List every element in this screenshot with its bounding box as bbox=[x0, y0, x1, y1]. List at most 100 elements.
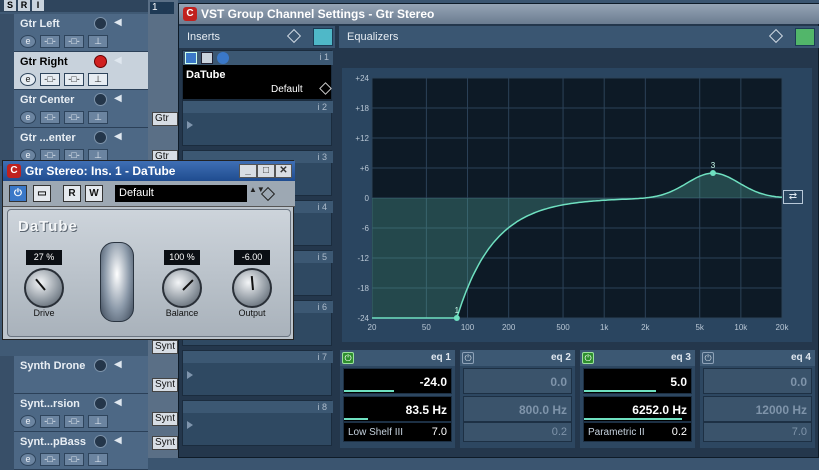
eq-q-value[interactable]: 7.0 bbox=[432, 426, 447, 438]
arrange-part[interactable]: Synt bbox=[152, 436, 178, 450]
track-row[interactable]: Gtr Right ◀ e -□- -□- ⊥ bbox=[0, 52, 148, 90]
track-header-i-button[interactable]: I bbox=[32, 0, 44, 11]
track-row[interactable]: Gtr Left ◀ e -□- -□- ⊥ bbox=[0, 14, 148, 52]
eq-icon[interactable]: -□- bbox=[64, 453, 84, 466]
vst-window-titlebar[interactable]: C VST Group Channel Settings - Gtr Stere… bbox=[179, 4, 819, 24]
eq-type-label[interactable]: Low Shelf III bbox=[348, 427, 403, 438]
inserts-bypass-button[interactable] bbox=[313, 28, 333, 46]
inserts-icon[interactable]: -□- bbox=[40, 415, 60, 428]
track-name[interactable]: Synt...pBass bbox=[20, 436, 86, 448]
plugin-window-titlebar[interactable]: C Gtr Stereo: Ins. 1 - DaTube _ □ ✕ bbox=[3, 161, 295, 181]
inserts-icon[interactable]: -□- bbox=[40, 35, 60, 48]
speaker-icon[interactable]: ◀ bbox=[114, 17, 126, 30]
monitor-button[interactable] bbox=[94, 93, 107, 106]
arrange-part[interactable]: Synt bbox=[152, 378, 178, 392]
eq-type-q-field[interactable]: Low Shelf III 7.0 bbox=[343, 422, 452, 442]
track-name[interactable]: Gtr ...enter bbox=[20, 132, 76, 144]
edit-icon[interactable]: e bbox=[20, 35, 36, 48]
drive-knob[interactable] bbox=[24, 268, 64, 308]
eq-icon[interactable]: -□- bbox=[64, 35, 84, 48]
eq-band-power-icon[interactable]: ⏻ bbox=[582, 352, 594, 364]
eq-graph[interactable]: +24 +18 +12 +6 0 -6 -12 -18 -24 20 50 100 200 500 1k 2k… bbox=[342, 68, 812, 342]
edit-icon[interactable]: e bbox=[20, 111, 36, 124]
speaker-icon[interactable]: ◀ bbox=[114, 55, 126, 68]
eq-band-power-icon[interactable]: ⏻ bbox=[462, 352, 474, 364]
insert-slot-arrow-icon[interactable] bbox=[187, 421, 193, 429]
track-name[interactable]: Gtr Right bbox=[20, 56, 68, 68]
track-header-s-button[interactable]: S bbox=[4, 0, 16, 11]
sends-icon[interactable]: ⊥ bbox=[88, 415, 108, 428]
insert-slot-2[interactable]: i 2 bbox=[182, 100, 333, 146]
eq-freq-field[interactable]: 12000 Hz bbox=[703, 396, 812, 422]
speaker-icon[interactable]: ◀ bbox=[114, 435, 126, 448]
equalizers-menu-icon[interactable] bbox=[768, 28, 784, 44]
track-row[interactable]: Synt...rsion ◀ e -□- -□- ⊥ bbox=[0, 394, 148, 432]
eq-gain-field[interactable]: 0.0 bbox=[703, 368, 812, 394]
insert-plugin-name[interactable]: DaTube bbox=[186, 69, 226, 81]
arrange-part[interactable]: Synt bbox=[152, 412, 178, 426]
eq-freq-field[interactable]: 800.0 Hz bbox=[463, 396, 572, 422]
track-name[interactable]: Synth Drone bbox=[20, 360, 85, 372]
insert-power-icon[interactable] bbox=[185, 52, 197, 64]
eq-type-q-field[interactable]: 7.0 bbox=[703, 422, 812, 442]
equalizers-bypass-button[interactable] bbox=[795, 28, 815, 46]
plugin-bypass-button[interactable]: ▭ bbox=[33, 185, 51, 202]
eq-icon[interactable]: -□- bbox=[64, 73, 84, 86]
output-knob[interactable] bbox=[232, 268, 272, 308]
arrange-part[interactable]: Synt bbox=[152, 340, 178, 354]
insert-slot-arrow-icon[interactable] bbox=[187, 371, 193, 379]
edit-icon[interactable]: e bbox=[20, 73, 36, 86]
track-name[interactable]: Gtr Left bbox=[20, 18, 60, 30]
speaker-icon[interactable]: ◀ bbox=[114, 93, 126, 106]
balance-knob[interactable] bbox=[162, 268, 202, 308]
speaker-icon[interactable]: ◀ bbox=[114, 359, 126, 372]
insert-slot-8[interactable]: i 8 bbox=[182, 400, 333, 446]
eq-band-power-icon[interactable]: ⏻ bbox=[342, 352, 354, 364]
record-enable-button[interactable] bbox=[94, 55, 107, 68]
close-button[interactable]: ✕ bbox=[275, 164, 292, 178]
maximize-button[interactable]: □ bbox=[257, 164, 275, 178]
eq-point-1[interactable] bbox=[453, 315, 460, 321]
plugin-preset-field[interactable]: Default bbox=[115, 185, 247, 202]
minimize-button[interactable]: _ bbox=[239, 164, 257, 178]
eq-q-value[interactable]: 0.2 bbox=[552, 426, 567, 438]
plugin-read-button[interactable]: R bbox=[63, 185, 81, 202]
arrange-part[interactable]: Gtr bbox=[152, 112, 178, 126]
sends-icon[interactable]: ⊥ bbox=[88, 35, 108, 48]
edit-icon[interactable]: e bbox=[20, 415, 36, 428]
eq-q-value[interactable]: 7.0 bbox=[792, 426, 807, 438]
sends-icon[interactable]: ⊥ bbox=[88, 453, 108, 466]
plugin-power-button[interactable]: ⏻ bbox=[9, 185, 27, 202]
insert-bypass-icon[interactable] bbox=[201, 52, 213, 64]
speaker-icon[interactable]: ◀ bbox=[114, 397, 126, 410]
insert-preset-name[interactable]: Default bbox=[271, 84, 303, 95]
monitor-button[interactable] bbox=[94, 131, 107, 144]
monitor-button[interactable] bbox=[94, 435, 107, 448]
insert-edit-icon[interactable] bbox=[217, 52, 229, 64]
eq-type-q-field[interactable]: 0.2 bbox=[463, 422, 572, 442]
eq-type-label[interactable]: Parametric II bbox=[588, 427, 645, 438]
monitor-button[interactable] bbox=[94, 17, 107, 30]
inserts-icon[interactable]: -□- bbox=[40, 111, 60, 124]
eq-gain-field[interactable]: 0.0 bbox=[463, 368, 572, 394]
insert-slot-1[interactable]: i 1 DaTube Default bbox=[182, 50, 333, 100]
track-name[interactable]: Synt...rsion bbox=[20, 398, 80, 410]
eq-type-q-field[interactable]: Parametric II 0.2 bbox=[583, 422, 692, 442]
track-name[interactable]: Gtr Center bbox=[20, 94, 74, 106]
track-row[interactable]: Synth Drone ◀ bbox=[0, 356, 148, 394]
insert-slot-arrow-icon[interactable] bbox=[187, 121, 193, 129]
inserts-menu-icon[interactable] bbox=[286, 28, 302, 44]
monitor-button[interactable] bbox=[94, 397, 107, 410]
speaker-icon[interactable]: ◀ bbox=[114, 131, 126, 144]
monitor-button[interactable] bbox=[94, 359, 107, 372]
inserts-icon[interactable]: -□- bbox=[40, 453, 60, 466]
insert-preset-menu-icon[interactable] bbox=[319, 82, 332, 95]
eq-q-value[interactable]: 0.2 bbox=[672, 426, 687, 438]
track-row[interactable]: Synt...pBass ◀ e -□- -□- ⊥ bbox=[0, 432, 148, 470]
eq-icon[interactable]: -□- bbox=[64, 415, 84, 428]
sends-icon[interactable]: ⊥ bbox=[88, 73, 108, 86]
track-header-r-button[interactable]: R bbox=[18, 0, 30, 11]
plugin-write-button[interactable]: W bbox=[85, 185, 103, 202]
eq-curve-display[interactable]: +24 +18 +12 +6 0 -6 -12 -18 -2420 50 100 200 500 1k 2k… bbox=[342, 68, 812, 342]
eq-icon[interactable]: -□- bbox=[64, 111, 84, 124]
